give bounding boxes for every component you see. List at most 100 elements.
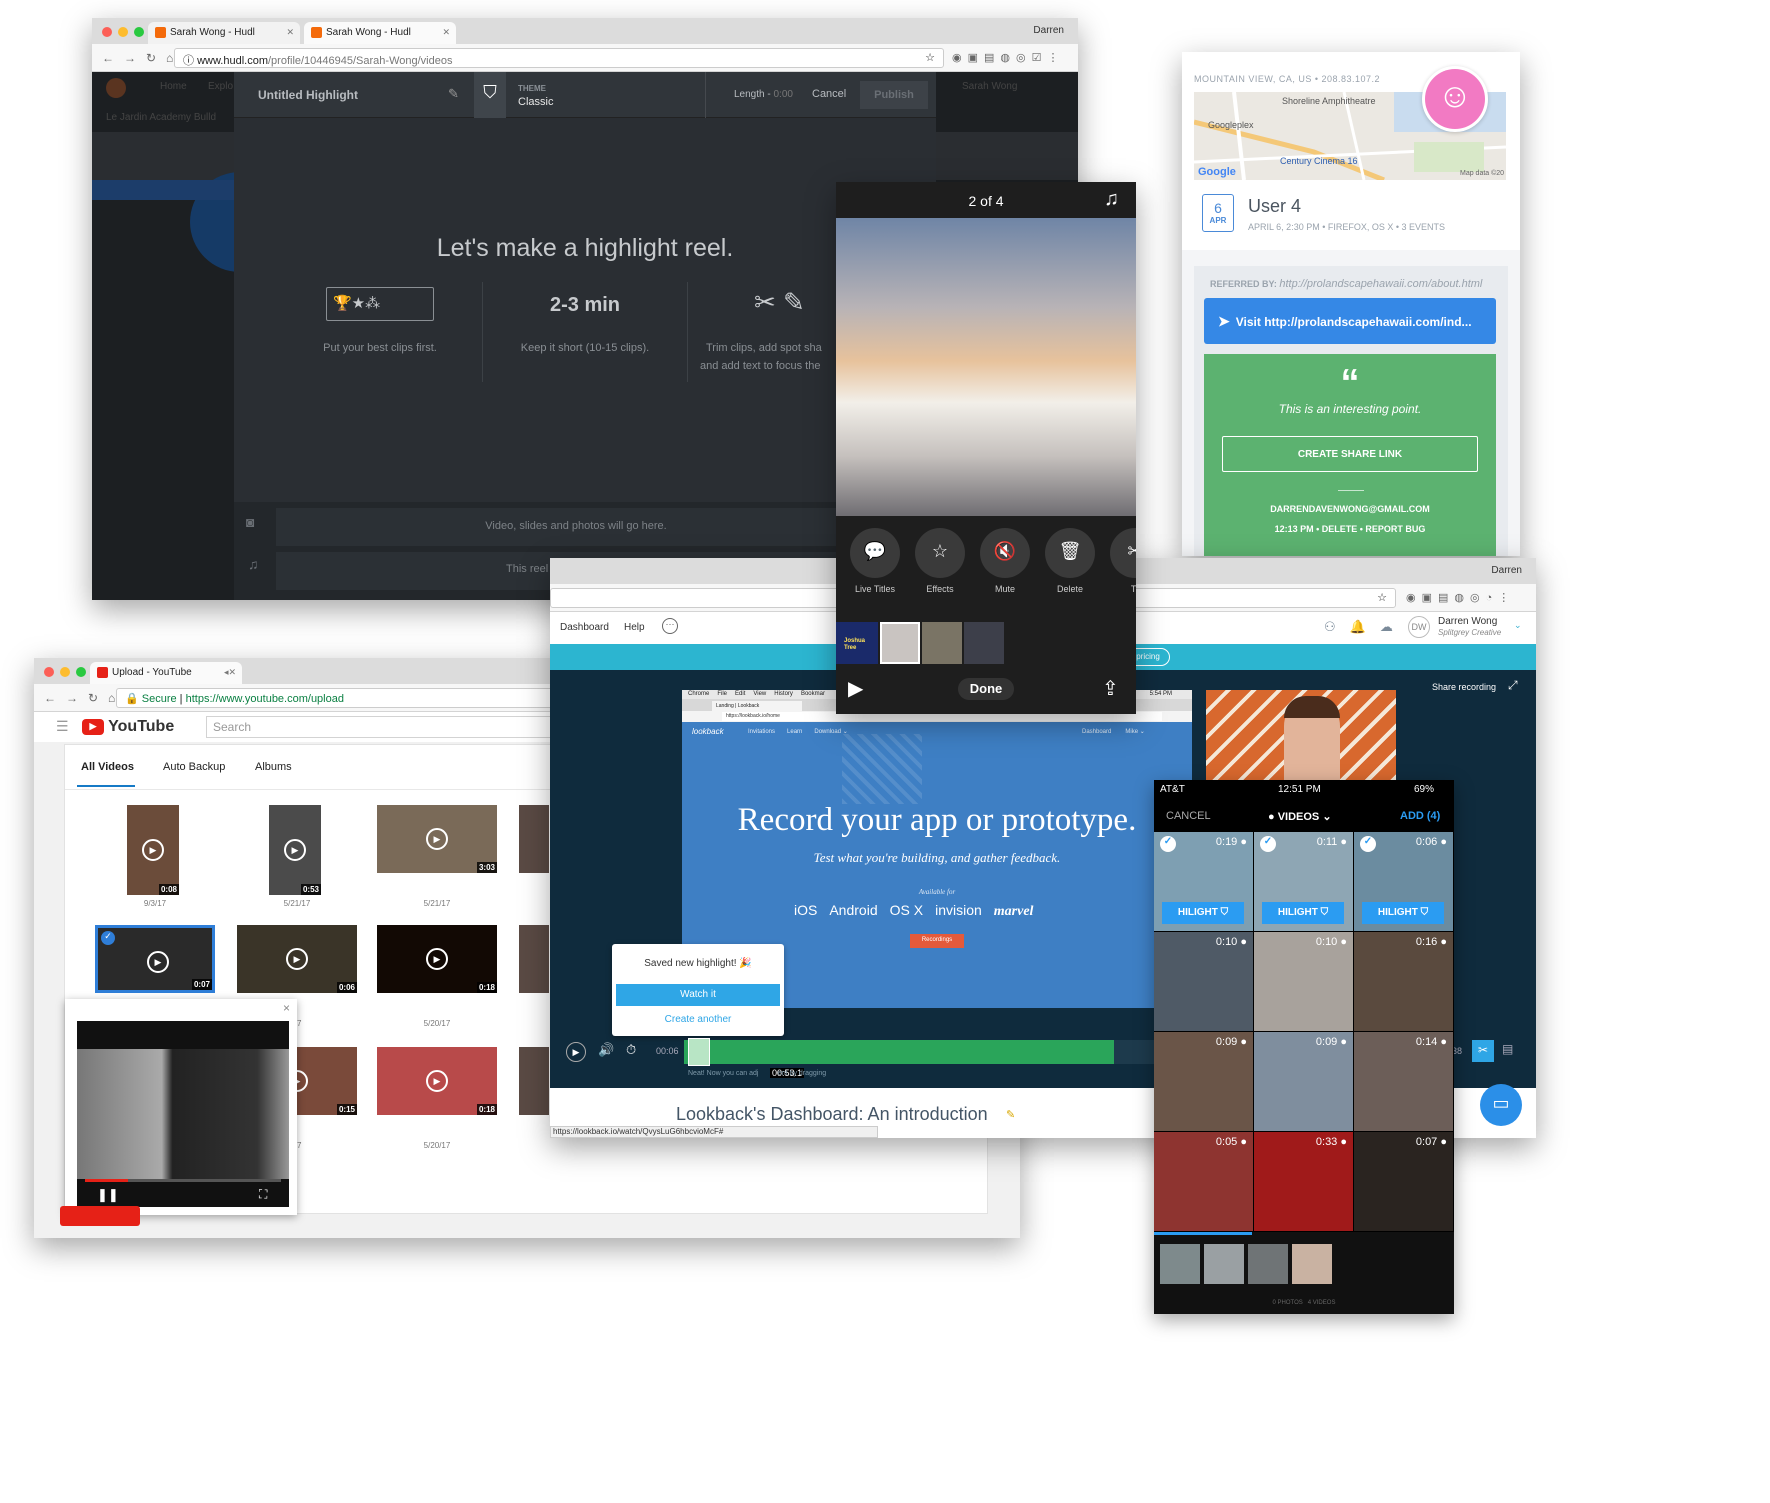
hilight-button[interactable]: HILIGHT ⛉ xyxy=(1362,902,1444,924)
preview-player[interactable]: ❚❚ ⛶ xyxy=(77,1021,289,1207)
video-cell[interactable]: 0:10 ● xyxy=(1254,932,1353,1031)
video-cell[interactable]: 0:14 ● xyxy=(1354,1032,1453,1131)
captions-icon[interactable]: ▤ xyxy=(1502,1042,1513,1056)
title-clip-thumb[interactable]: Joshua Tree xyxy=(836,622,878,664)
close-tab-icon[interactable]: ✕ xyxy=(442,27,450,38)
edit-pencil-icon[interactable]: ✎ xyxy=(448,86,459,102)
minimize-window-icon[interactable] xyxy=(118,27,128,37)
bookmark-star-icon[interactable]: ☆ xyxy=(1377,591,1387,604)
done-button[interactable]: Done xyxy=(958,678,1014,700)
account-name[interactable]: Darren Wong xyxy=(1438,616,1497,627)
video-thumbnail-clipped[interactable] xyxy=(519,925,549,993)
live-titles-icon[interactable]: 💬 xyxy=(850,528,900,578)
add-selected-button[interactable]: ADD (4) xyxy=(1400,810,1440,822)
video-thumbnail[interactable]: ▶ 0:08 xyxy=(127,805,179,895)
profile-name[interactable]: Darren xyxy=(1491,565,1522,576)
music-note-icon[interactable]: ♫ xyxy=(1104,188,1119,211)
create-another-link[interactable]: Create another xyxy=(612,1014,784,1025)
close-tab-icon[interactable]: ✕ xyxy=(286,27,294,38)
nav-help[interactable]: Help xyxy=(624,622,645,633)
video-thumbnail[interactable]: ▶ 0:18 xyxy=(377,1047,497,1115)
video-cell[interactable]: 0:09 ● xyxy=(1254,1032,1353,1131)
tab-auto-backup[interactable]: Auto Backup xyxy=(163,761,225,773)
video-cell[interactable]: 0:11 ● ✓ HILIGHT ⛉ xyxy=(1254,832,1353,931)
bg-team-name[interactable]: Le Jardin Academy Bulld xyxy=(106,112,216,123)
more-options-icon[interactable]: ⋯ xyxy=(662,618,678,634)
video-cell[interactable]: 0:09 ● xyxy=(1154,1032,1253,1131)
bg-user-name[interactable]: Sarah Wong xyxy=(962,81,1017,92)
video-cell[interactable]: 0:16 ● xyxy=(1354,932,1453,1031)
create-share-link-button[interactable]: CREATE SHARE LINK xyxy=(1222,436,1478,472)
close-window-icon[interactable] xyxy=(44,667,54,677)
video-thumbnail[interactable]: ▶ 0:53 xyxy=(269,805,321,895)
selected-thumb[interactable] xyxy=(1248,1244,1288,1284)
video-cell[interactable]: 0:06 ● ✓ HILIGHT ⛉ xyxy=(1354,832,1453,931)
cancel-button[interactable]: Cancel xyxy=(812,88,846,100)
selected-thumb[interactable] xyxy=(1204,1244,1244,1284)
share-icon[interactable]: ⇪ xyxy=(1102,676,1119,701)
video-thumbnail[interactable]: ▶ 3:03 xyxy=(377,805,497,873)
speed-timer-icon[interactable]: ⏱ xyxy=(626,1042,636,1058)
browser-tab[interactable]: Sarah Wong - Hudl ✕ xyxy=(148,22,300,44)
close-window-icon[interactable] xyxy=(102,27,112,37)
hilight-button[interactable]: HILIGHT ⛉ xyxy=(1162,902,1244,924)
nav-dashboard[interactable]: Dashboard xyxy=(560,622,609,633)
trim-icon[interactable]: ✂ xyxy=(1110,528,1136,578)
clip-thumb[interactable] xyxy=(922,622,962,664)
clip-preview[interactable] xyxy=(836,218,1136,516)
youtube-logo[interactable]: ▶ YouTube xyxy=(82,718,174,736)
browser-tab-active[interactable]: Upload - YouTube ◂✕ xyxy=(90,662,242,684)
highlight-title-input[interactable]: Untitled Highlight xyxy=(258,88,358,102)
trim-scissors-button[interactable]: ✂ xyxy=(1472,1040,1494,1062)
video-thumbnail-clipped[interactable] xyxy=(519,805,549,873)
video-thumbnail[interactable]: ▶ 0:06 xyxy=(237,925,357,993)
search-input[interactable]: Search xyxy=(206,716,606,738)
video-thumbnail-clipped[interactable] xyxy=(519,1047,549,1115)
video-thumbnail[interactable]: ▶ 0:18 xyxy=(377,925,497,993)
close-tab-icon[interactable]: ◂✕ xyxy=(224,667,236,678)
extension-icons[interactable]: ◉▣▤◍◎☑⋮ xyxy=(952,51,1064,64)
nav-buttons-icon[interactable]: ←→↻⌂ xyxy=(102,51,183,65)
video-cell[interactable]: 0:10 ● xyxy=(1154,932,1253,1031)
watch-it-button[interactable]: Watch it xyxy=(616,984,780,1006)
visit-referrer-button[interactable]: ➤ Visit http://prolandscapehawaii.com/ind… xyxy=(1204,298,1496,344)
clip-thumb[interactable] xyxy=(964,622,1004,664)
selected-clip-thumb[interactable] xyxy=(880,622,920,664)
maximize-window-icon[interactable] xyxy=(76,667,86,677)
play-icon[interactable]: ▶ xyxy=(848,676,863,701)
folder-selector[interactable]: ● VIDEOS ⌄ xyxy=(1268,810,1332,823)
chat-widget-button[interactable]: ▭ xyxy=(1480,1084,1522,1126)
tab-albums[interactable]: Albums xyxy=(255,761,292,773)
fullscreen-icon[interactable]: ⛶ xyxy=(259,1187,267,1202)
video-cell[interactable]: 0:05 ● xyxy=(1154,1132,1253,1231)
profile-name[interactable]: Darren xyxy=(1033,25,1064,36)
bg-nav-home[interactable]: Home xyxy=(160,81,187,92)
video-cell[interactable]: 0:07 ● xyxy=(1354,1132,1453,1231)
popup-close-icon[interactable]: × xyxy=(283,1001,290,1015)
maximize-window-icon[interactable] xyxy=(134,27,144,37)
bg-nav-explore[interactable]: Explo xyxy=(208,81,233,92)
effects-star-icon[interactable]: ☆ xyxy=(915,528,965,578)
hudl-logo-icon[interactable] xyxy=(106,78,126,98)
comment-footer[interactable]: 12:13 PM • DELETE • REPORT BUG xyxy=(1204,524,1496,534)
account-chevron-down-icon[interactable]: ⌄ xyxy=(1514,620,1522,631)
delete-trash-icon[interactable]: 🗑 xyxy=(1045,528,1095,578)
play-button-icon[interactable]: ▶ xyxy=(566,1042,586,1062)
video-cell[interactable]: 0:33 ● xyxy=(1254,1132,1353,1231)
theme-badge-icon[interactable]: ⛉ xyxy=(474,72,506,118)
selected-thumb[interactable] xyxy=(1292,1244,1332,1284)
hilight-button[interactable]: HILIGHT ⛉ xyxy=(1262,902,1344,924)
nav-buttons-icon[interactable]: ←→↻⌂ xyxy=(44,691,125,705)
mute-icon[interactable]: 🔇 xyxy=(980,528,1030,578)
selected-thumb[interactable] xyxy=(1160,1244,1200,1284)
publish-button[interactable]: Publish xyxy=(860,81,928,109)
expand-icon[interactable]: ⤢ xyxy=(1508,678,1518,693)
theme-value[interactable]: Classic xyxy=(518,96,553,108)
picker-cancel-button[interactable]: CANCEL xyxy=(1166,810,1211,822)
tab-all-videos[interactable]: All Videos xyxy=(81,761,134,773)
hamburger-menu-icon[interactable]: ☰ xyxy=(56,718,69,735)
bookmark-star-icon[interactable]: ☆ xyxy=(925,51,935,64)
edit-title-pencil-icon[interactable]: ✎ xyxy=(1006,1108,1015,1121)
video-cell[interactable]: 0:19 ● ✓ HILIGHT ⛉ xyxy=(1154,832,1253,931)
preview-progress-track[interactable] xyxy=(85,1179,281,1182)
